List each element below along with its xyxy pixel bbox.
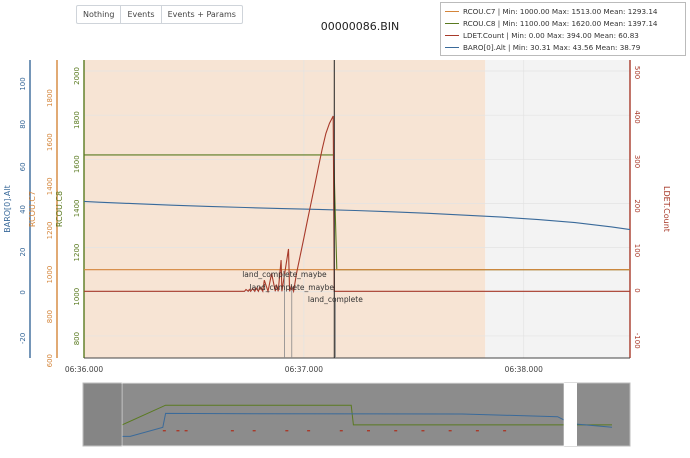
y-tick-label: 1200 bbox=[73, 244, 81, 262]
y-tick-label: 1400 bbox=[46, 177, 54, 195]
y-tick-label: 20 bbox=[19, 248, 27, 257]
y-tick-label: 60 bbox=[19, 162, 27, 171]
y-axis-title-baro: BARO[0].Alt bbox=[3, 185, 12, 233]
navigator-window bbox=[121, 382, 565, 447]
y-tick-label: 800 bbox=[46, 310, 54, 323]
y-tick-label: 1600 bbox=[73, 155, 81, 173]
y-tick-label: 80 bbox=[19, 120, 27, 129]
y-tick-label: 2000 bbox=[73, 67, 81, 85]
x-tick-label: 06:36.000 bbox=[65, 365, 104, 374]
y-tick-label: 100 bbox=[19, 77, 27, 90]
y-tick-label: 200 bbox=[633, 199, 641, 212]
y-tick-label: 0 bbox=[19, 290, 27, 294]
y-tick-label: 800 bbox=[73, 332, 81, 345]
y-tick-label: 0 bbox=[633, 288, 641, 292]
y-axis-title-c7: RCOU.C7 bbox=[28, 191, 37, 227]
y-tick-label: 1000 bbox=[73, 288, 81, 306]
plot-background bbox=[84, 60, 630, 358]
y-tick-label: 600 bbox=[46, 354, 54, 367]
y-tick-label: -20 bbox=[19, 333, 27, 344]
y-tick-label: 400 bbox=[633, 110, 641, 123]
y-tick-label: 40 bbox=[19, 205, 27, 214]
event-label: land_complete_maybe bbox=[250, 283, 335, 292]
event-label: land_complete_maybe bbox=[242, 270, 327, 279]
x-tick-label: 06:38.000 bbox=[505, 365, 544, 374]
y-tick-label: 500 bbox=[633, 66, 641, 79]
y-tick-label: 1000 bbox=[46, 266, 54, 284]
timeseries-plot[interactable]: -20020406080100BARO[0].Alt60080010001200… bbox=[0, 0, 690, 458]
x-axis: 06:36.00006:37.00006:38.00006:39.00006:4… bbox=[65, 357, 630, 374]
y-tick-label: 100 bbox=[633, 244, 641, 257]
navigator-handle-right bbox=[564, 383, 577, 446]
y-tick-label: 1800 bbox=[46, 89, 54, 107]
region-after bbox=[485, 60, 630, 358]
range-navigator[interactable] bbox=[82, 382, 631, 447]
y-tick-label: -100 bbox=[633, 333, 641, 349]
x-tick-label: 06:37.000 bbox=[285, 365, 324, 374]
y-axis-title-ldet: LDET.Count bbox=[662, 186, 671, 232]
y-axis-title-c8: RCOU.C8 bbox=[55, 191, 64, 227]
y-tick-label: 1600 bbox=[46, 133, 54, 151]
y-tick-label: 1200 bbox=[46, 222, 54, 240]
y-tick-label: 300 bbox=[633, 155, 641, 168]
navigator-mask-left bbox=[84, 384, 122, 445]
event-label: land_complete bbox=[308, 295, 363, 304]
y-tick-label: 1800 bbox=[73, 111, 81, 129]
y-tick-label: 1400 bbox=[73, 199, 81, 217]
